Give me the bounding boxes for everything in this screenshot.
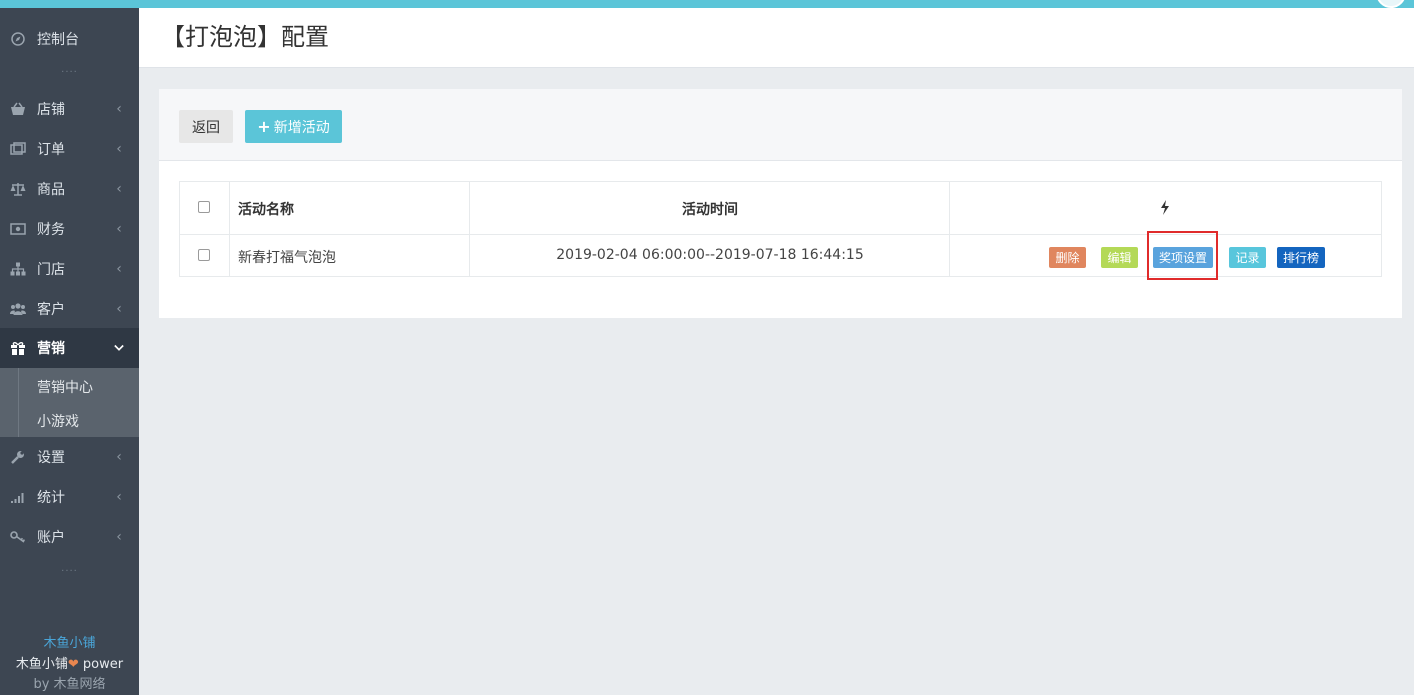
compass-icon xyxy=(10,31,26,47)
back-button[interactable]: 返回 xyxy=(179,110,233,143)
orders-icon xyxy=(10,141,26,157)
sidebar-divider-dots: .... xyxy=(61,64,78,75)
top-bar xyxy=(0,0,1414,8)
heart-icon: ❤ xyxy=(67,657,79,672)
chevron-left-icon: ‹ xyxy=(116,301,122,317)
money-icon xyxy=(10,221,26,237)
panel-toolbar: 返回 + 新增活动 xyxy=(159,89,1402,161)
key-icon xyxy=(10,529,26,545)
page-title: 【打泡泡】配置 xyxy=(161,23,329,51)
sidebar-item-store[interactable]: 店铺 ‹ xyxy=(0,89,139,129)
sidebar-item-products[interactable]: 商品 ‹ xyxy=(0,169,139,209)
highlight-box xyxy=(1147,231,1218,280)
sidebar-footer-power: 木鱼小铺❤ power xyxy=(0,653,139,672)
sidebar-subitem-marketing-center[interactable]: 营销中心 xyxy=(37,377,93,397)
add-activity-button[interactable]: + 新增活动 xyxy=(245,110,342,143)
chevron-left-icon: ‹ xyxy=(116,181,122,197)
chevron-left-icon: ‹ xyxy=(116,449,122,465)
activity-table: 活动名称 活动时间 新春打福气泡泡 2019-02-04 06:00:00--2… xyxy=(179,181,1382,280)
sidebar-item-label: 客户 xyxy=(37,302,65,318)
sidebar-item-account[interactable]: 账户 ‹ xyxy=(0,517,139,557)
sidebar-item-dashboard[interactable]: 控制台 xyxy=(0,19,139,59)
sidebar-item-label: 门店 xyxy=(37,262,65,278)
sidebar-footer-brand[interactable]: 木鱼小铺 xyxy=(0,632,139,651)
plus-icon: + xyxy=(257,117,271,136)
column-header-name: 活动名称 xyxy=(238,202,294,218)
select-all-checkbox[interactable] xyxy=(198,201,210,213)
bolt-icon xyxy=(1160,200,1170,215)
footer-power-prefix: 木鱼小铺 xyxy=(15,657,68,672)
avatar[interactable] xyxy=(1376,0,1406,8)
sidebar-item-label: 财务 xyxy=(37,222,65,238)
sidebar-item-label: 控制台 xyxy=(37,32,79,48)
sidebar-item-label: 订单 xyxy=(37,142,65,158)
sidebar-item-orders[interactable]: 订单 ‹ xyxy=(0,129,139,169)
records-button[interactable]: 记录 xyxy=(1229,247,1266,268)
chevron-left-icon: ‹ xyxy=(116,141,122,157)
chevron-left-icon: ‹ xyxy=(116,101,122,117)
sidebar-item-label: 商品 xyxy=(37,182,65,198)
footer-power-suffix: power xyxy=(78,657,124,672)
chevron-left-icon: ‹ xyxy=(116,221,122,237)
activity-time: 2019-02-04 06:00:00--2019-07-18 16:44:15 xyxy=(556,247,864,263)
sidebar-item-marketing[interactable]: 营销 xyxy=(0,328,139,368)
table-divider xyxy=(229,182,230,276)
sidebar-item-settings[interactable]: 设置 ‹ xyxy=(0,437,139,477)
chevron-left-icon: ‹ xyxy=(116,529,122,545)
sidebar-item-label: 统计 xyxy=(37,490,65,506)
column-header-time: 活动时间 xyxy=(682,202,738,218)
basket-icon xyxy=(10,101,26,117)
page-header: 【打泡泡】配置 xyxy=(139,8,1414,68)
chevron-left-icon: ‹ xyxy=(116,489,122,505)
sidebar-item-customers[interactable]: 客户 ‹ xyxy=(0,289,139,329)
sitemap-icon xyxy=(10,261,26,277)
sidebar-submenu-marketing: 营销中心 小游戏 xyxy=(0,368,139,437)
sidebar-item-shops[interactable]: 门店 ‹ xyxy=(0,249,139,289)
sidebar: 控制台 .... 店铺 ‹ 订单 ‹ 商品 ‹ 财务 ‹ 门店 ‹ 客户 ‹ 营… xyxy=(0,8,139,695)
scale-icon xyxy=(10,181,26,197)
sidebar-footer-by: by 木鱼网络 xyxy=(33,677,106,692)
wrench-icon xyxy=(10,449,26,465)
gift-icon xyxy=(10,340,26,356)
sidebar-divider-dots: .... xyxy=(61,563,78,574)
sidebar-item-finance[interactable]: 财务 ‹ xyxy=(0,209,139,249)
sidebar-subitem-mini-games[interactable]: 小游戏 xyxy=(37,411,79,431)
row-checkbox[interactable] xyxy=(198,249,210,261)
users-icon xyxy=(10,301,26,317)
sidebar-item-label: 营销 xyxy=(37,341,65,357)
submenu-guide-line xyxy=(18,368,19,437)
sidebar-item-label: 账户 xyxy=(37,530,65,546)
signal-icon xyxy=(10,489,26,505)
add-activity-label: 新增活动 xyxy=(273,119,330,136)
delete-button[interactable]: 删除 xyxy=(1049,247,1086,268)
sidebar-item-label: 店铺 xyxy=(37,102,65,118)
edit-button[interactable]: 编辑 xyxy=(1101,247,1138,268)
leaderboard-button[interactable]: 排行榜 xyxy=(1277,247,1325,268)
sidebar-item-statistics[interactable]: 统计 ‹ xyxy=(0,477,139,517)
chevron-down-icon xyxy=(114,343,124,353)
activity-panel: 返回 + 新增活动 活动名称 活动时间 新春打福气泡泡 2019-02-04 0… xyxy=(159,89,1402,318)
sidebar-item-label: 设置 xyxy=(37,450,65,466)
activity-name: 新春打福气泡泡 xyxy=(238,250,336,266)
chevron-left-icon: ‹ xyxy=(116,261,122,277)
